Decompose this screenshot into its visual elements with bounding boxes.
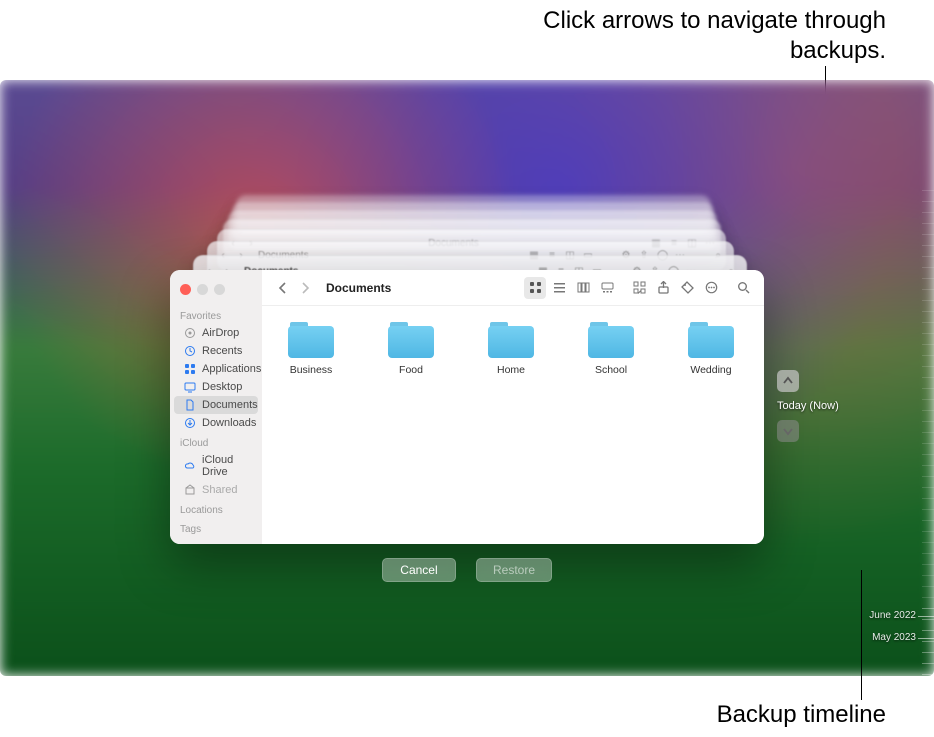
tags-button[interactable] xyxy=(676,277,698,299)
folder-label: School xyxy=(595,364,627,376)
sidebar-item-label: Applications xyxy=(202,363,261,375)
sidebar-item-documents[interactable]: Documents xyxy=(174,396,258,414)
finder-toolbar: Documents xyxy=(262,270,764,306)
apps-icon xyxy=(184,363,196,375)
finder-main: Documents xyxy=(262,270,764,544)
group-button[interactable] xyxy=(628,277,650,299)
sidebar-item-downloads[interactable]: Downloads xyxy=(174,414,258,432)
folder-business[interactable]: Business xyxy=(274,322,348,376)
list-view-button[interactable] xyxy=(548,277,570,299)
more-button[interactable] xyxy=(700,277,722,299)
annotation-timeline-label: Backup timeline xyxy=(717,701,886,729)
icon-view-button[interactable] xyxy=(524,277,546,299)
clock-icon xyxy=(184,345,196,357)
annotation-leader-line xyxy=(861,570,862,700)
sidebar-section-locations: Locations xyxy=(170,503,262,518)
folder-label: Food xyxy=(399,364,423,376)
folder-food[interactable]: Food xyxy=(374,322,448,376)
sidebar-item-desktop[interactable]: Desktop xyxy=(174,378,258,396)
folder-label: Business xyxy=(290,364,333,376)
back-button[interactable] xyxy=(272,277,294,299)
folder-label: Home xyxy=(497,364,525,376)
minimize-button[interactable] xyxy=(197,284,208,295)
maximize-button[interactable] xyxy=(214,284,225,295)
shared-icon xyxy=(184,484,196,496)
folder-icon xyxy=(388,322,434,358)
folder-icon xyxy=(588,322,634,358)
annotation-arrows-text: Click arrows to navigate through backups… xyxy=(543,7,886,64)
annotation-arrows: Click arrows to navigate through backups… xyxy=(466,6,886,66)
sidebar-section-favorites: Favorites xyxy=(170,309,262,324)
sidebar-section-icloud: iCloud xyxy=(170,436,262,451)
sidebar-item-label: Desktop xyxy=(202,381,242,393)
folder-label: Wedding xyxy=(690,364,731,376)
airdrop-icon xyxy=(184,327,196,339)
folder-home[interactable]: Home xyxy=(474,322,548,376)
sidebar-item-icloud-drive[interactable]: iCloud Drive xyxy=(174,451,258,481)
share-button[interactable] xyxy=(652,277,674,299)
finder-sidebar: Favorites AirDrop Recents Applications Desk… xyxy=(170,270,262,544)
older-backup-button[interactable] xyxy=(777,370,799,392)
column-view-button[interactable] xyxy=(572,277,594,299)
window-traffic-lights xyxy=(170,278,262,305)
folder-icon xyxy=(288,322,334,358)
sidebar-section-tags: Tags xyxy=(170,522,262,537)
sidebar-item-shared[interactable]: Shared xyxy=(174,481,258,499)
folder-grid: Business Food Home School Wedding xyxy=(262,306,764,544)
gallery-view-button[interactable] xyxy=(596,277,618,299)
sidebar-item-label: iCloud Drive xyxy=(202,454,250,478)
action-bar: Cancel Restore xyxy=(170,558,764,582)
sidebar-item-label: Shared xyxy=(202,484,237,496)
sidebar-item-label: Downloads xyxy=(202,417,256,429)
search-button[interactable] xyxy=(732,277,754,299)
close-button[interactable] xyxy=(180,284,191,295)
view-switcher xyxy=(524,277,618,299)
restore-button[interactable]: Restore xyxy=(476,558,552,582)
folder-icon xyxy=(688,322,734,358)
sidebar-item-recents[interactable]: Recents xyxy=(174,342,258,360)
cloud-icon xyxy=(184,460,196,472)
folder-icon xyxy=(488,322,534,358)
doc-icon xyxy=(184,399,196,411)
newer-backup-button[interactable] xyxy=(777,420,799,442)
folder-school[interactable]: School xyxy=(574,322,648,376)
window-title: Documents xyxy=(326,281,391,295)
folder-wedding[interactable]: Wedding xyxy=(674,322,748,376)
backup-nav: Today (Now) xyxy=(777,370,839,442)
sidebar-item-airdrop[interactable]: AirDrop xyxy=(174,324,258,342)
sidebar-item-applications[interactable]: Applications xyxy=(174,360,258,378)
download-icon xyxy=(184,417,196,429)
desktop-icon xyxy=(184,381,196,393)
time-machine-desktop: ‹›Documents▦≡◫⋯ ‹›Documents▦≡◫▭⚙⇧◯⋯⌕ ‹›D… xyxy=(0,80,934,676)
sidebar-item-label: Recents xyxy=(202,345,242,357)
finder-window: Favorites AirDrop Recents Applications Desk… xyxy=(170,270,764,544)
cancel-button[interactable]: Cancel xyxy=(382,558,456,582)
forward-button[interactable] xyxy=(294,277,316,299)
sidebar-item-label: Documents xyxy=(202,399,258,411)
current-backup-label: Today (Now) xyxy=(777,400,839,412)
sidebar-item-label: AirDrop xyxy=(202,327,239,339)
